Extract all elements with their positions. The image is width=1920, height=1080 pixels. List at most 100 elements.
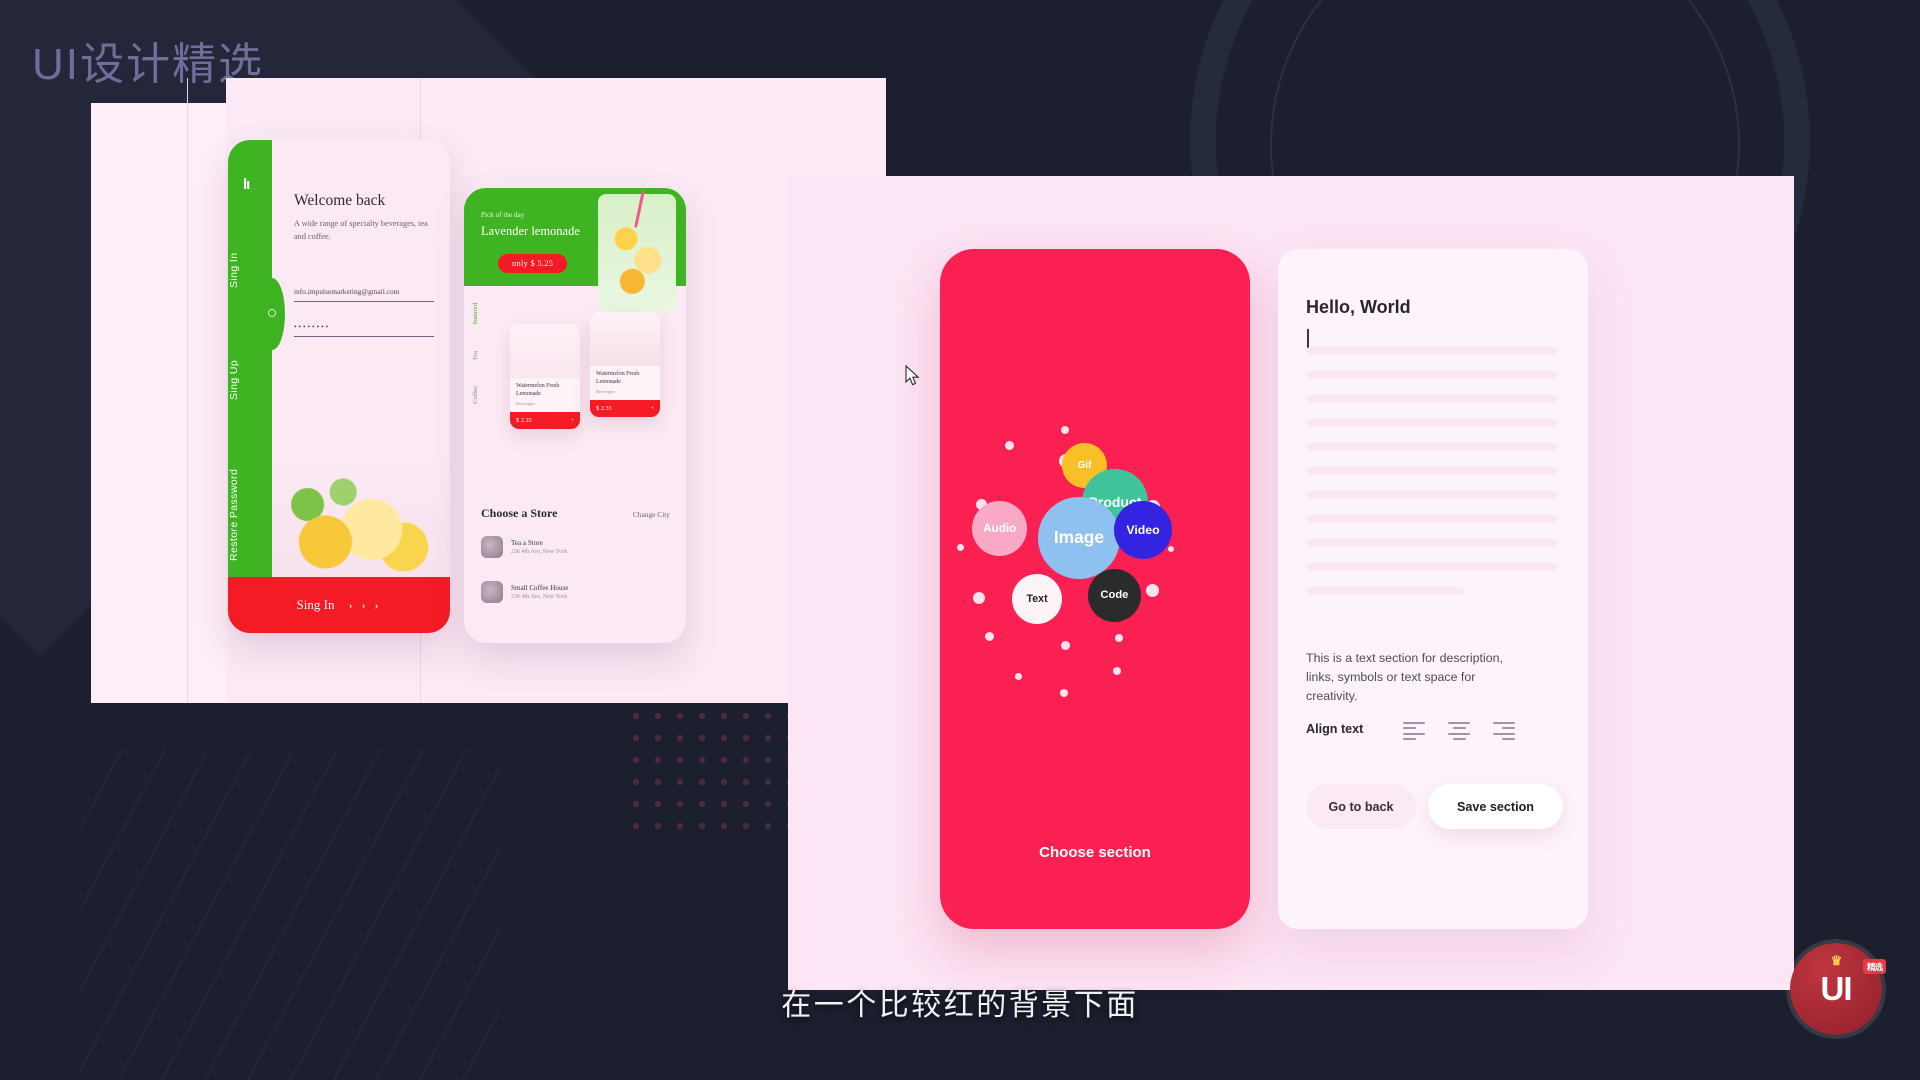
chevron-right-icon: › › › xyxy=(348,597,382,612)
store-section-heading: Choose a Store xyxy=(481,506,558,520)
choose-section-label[interactable]: Choose section xyxy=(940,844,1250,861)
decor-dot xyxy=(1060,689,1068,697)
category-tab-coffee[interactable]: Coffee xyxy=(472,386,479,404)
section-bubble-video[interactable]: Video xyxy=(1114,501,1173,560)
store-list-item[interactable]: Small Coffee House 236 4th Ave, New York xyxy=(481,581,672,603)
signin-subtitle: A wide range of specialty beverages, tea… xyxy=(294,219,428,241)
section-bubble-label: Image xyxy=(1053,527,1104,548)
skeleton-line xyxy=(1306,347,1558,355)
watermark-logo: ♛ UI 精选 xyxy=(1790,943,1886,1035)
decor-dot xyxy=(1005,441,1014,450)
password-field[interactable]: • • • • • • • • xyxy=(294,323,434,337)
store-list-item[interactable]: Tea a Store 236 4th Ave, New York xyxy=(481,536,672,558)
product-card[interactable]: Watermelon Fresh Lemonade Beverages $ 2.… xyxy=(510,324,580,429)
add-to-cart-icon[interactable]: + xyxy=(650,405,654,412)
lemonade-glass-photo xyxy=(598,194,676,312)
section-bubble-label: Video xyxy=(1126,523,1160,538)
store-name: Small Coffee House xyxy=(511,584,569,592)
product-card[interactable]: Watermelon Fresh Lemonade Beverages $ 2.… xyxy=(590,312,660,417)
decor-stripes xyxy=(80,750,500,1080)
app-mockup-plate: Gif Product Audio Image Video Text Code Choose… xyxy=(788,176,1794,990)
section-bubble-label: Text xyxy=(1026,593,1048,606)
product-image xyxy=(510,324,580,378)
watermark-text: UI xyxy=(1820,970,1853,1007)
rail-item-sing-up[interactable]: Sing Up xyxy=(228,345,272,415)
decor-dot xyxy=(973,592,985,604)
password-value: • • • • • • • • xyxy=(294,323,329,331)
section-bubble-audio[interactable]: Audio xyxy=(972,501,1028,557)
go-to-back-button[interactable]: Go to back xyxy=(1306,784,1416,829)
align-text-label: Align text xyxy=(1306,722,1364,736)
store-thumbnail xyxy=(481,536,503,558)
signin-submit-label: Sing In xyxy=(296,597,335,612)
signin-heading: Welcome back xyxy=(294,192,386,209)
decor-dot xyxy=(1113,667,1121,675)
skeleton-line xyxy=(1306,419,1558,427)
skeleton-line xyxy=(1306,395,1558,403)
subtitle-caption: 在一个比较红的背景下面 xyxy=(781,989,1139,1022)
hero-title: Lavender lemonade xyxy=(481,224,580,238)
align-left-icon[interactable] xyxy=(1403,722,1425,744)
decor-dot xyxy=(1146,584,1159,597)
product-image xyxy=(590,312,660,366)
section-bubble-code[interactable]: Code xyxy=(1088,569,1141,622)
skeleton-line xyxy=(1306,539,1558,547)
lemonade-photo xyxy=(272,452,450,577)
align-center-icon[interactable] xyxy=(1448,722,1470,744)
decor-dot xyxy=(1061,426,1069,434)
left-mockup-plate: lı Sing In Sing Up Restore Password Welc… xyxy=(91,78,886,703)
mouse-cursor-icon xyxy=(905,365,920,386)
email-underline xyxy=(294,301,434,302)
store-thumbnail xyxy=(481,581,503,603)
store-address: 236 4th Ave, New York xyxy=(511,549,568,555)
save-section-button[interactable]: Save section xyxy=(1428,784,1563,829)
signin-content: Welcome back A wide range of specialty b… xyxy=(272,140,450,633)
section-bubble-label: Audio xyxy=(983,522,1017,536)
skeleton-line xyxy=(1306,491,1558,499)
decor-dot xyxy=(1168,546,1174,552)
decor-dot xyxy=(985,632,994,641)
hero-kicker: Pick of the day xyxy=(481,211,525,219)
decor-dot xyxy=(1061,641,1070,650)
rail-item-restore-password[interactable]: Restore Password xyxy=(228,455,272,575)
product-price-bar[interactable]: $ 2.35 + xyxy=(590,399,660,417)
skeleton-line xyxy=(1306,587,1464,595)
skeleton-line xyxy=(1306,467,1558,475)
signin-phone-mockup: lı Sing In Sing Up Restore Password Welc… xyxy=(228,140,450,633)
decor-dot-grid xyxy=(625,705,797,845)
editor-card: Hello, World This is a text section for … xyxy=(1278,249,1588,929)
store-name: Tea a Store xyxy=(511,539,543,547)
product-name: Watermelon Fresh Lemonade xyxy=(516,383,560,397)
email-value: info.impulsemarketing@gmail.com xyxy=(294,288,400,296)
align-right-icon[interactable] xyxy=(1493,722,1515,744)
rail-item-sing-in[interactable]: Sing In xyxy=(228,235,272,305)
product-price: $ 2.35 xyxy=(596,404,612,412)
store-address: 236 4th Ave, New York xyxy=(511,594,568,600)
signin-submit-button[interactable]: Sing In › › › xyxy=(228,577,450,633)
email-field[interactable]: info.impulsemarketing@gmail.com xyxy=(294,288,434,302)
watermark-badge: 精选 xyxy=(1862,959,1886,974)
category-tabs: featured Tea Coffee xyxy=(472,303,488,430)
section-bubble-label: Code xyxy=(1100,589,1129,602)
section-bubble-image[interactable]: Image xyxy=(1038,497,1120,579)
skeleton-line xyxy=(1306,563,1558,571)
plate-divider-1 xyxy=(187,78,188,703)
skeleton-line xyxy=(1306,443,1558,451)
skeleton-line xyxy=(1306,371,1558,379)
decor-dot xyxy=(1015,673,1022,680)
store-phone-mockup: Pick of the day Lavender lemonade only $… xyxy=(464,188,686,643)
section-bubble-text[interactable]: Text xyxy=(1012,574,1063,625)
section-bubble-label: Gif xyxy=(1077,459,1092,471)
add-to-cart-icon[interactable]: + xyxy=(570,417,574,424)
category-tab-tea[interactable]: Tea xyxy=(472,351,479,360)
change-city-link[interactable]: Change City xyxy=(633,510,670,519)
product-price: $ 2.35 xyxy=(516,416,532,424)
category-tab-featured[interactable]: featured xyxy=(472,303,479,325)
text-caret xyxy=(1307,329,1309,349)
editor-description: This is a text section for description, … xyxy=(1306,651,1503,704)
price-badge[interactable]: only $ 5.25 xyxy=(498,254,568,273)
product-price-bar[interactable]: $ 2.35 + xyxy=(510,411,580,429)
section-picker-panel: Gif Product Audio Image Video Text Code Choose… xyxy=(940,249,1250,929)
brand-logo-icon: lı xyxy=(243,176,250,193)
editor-title: Hello, World xyxy=(1306,297,1411,317)
